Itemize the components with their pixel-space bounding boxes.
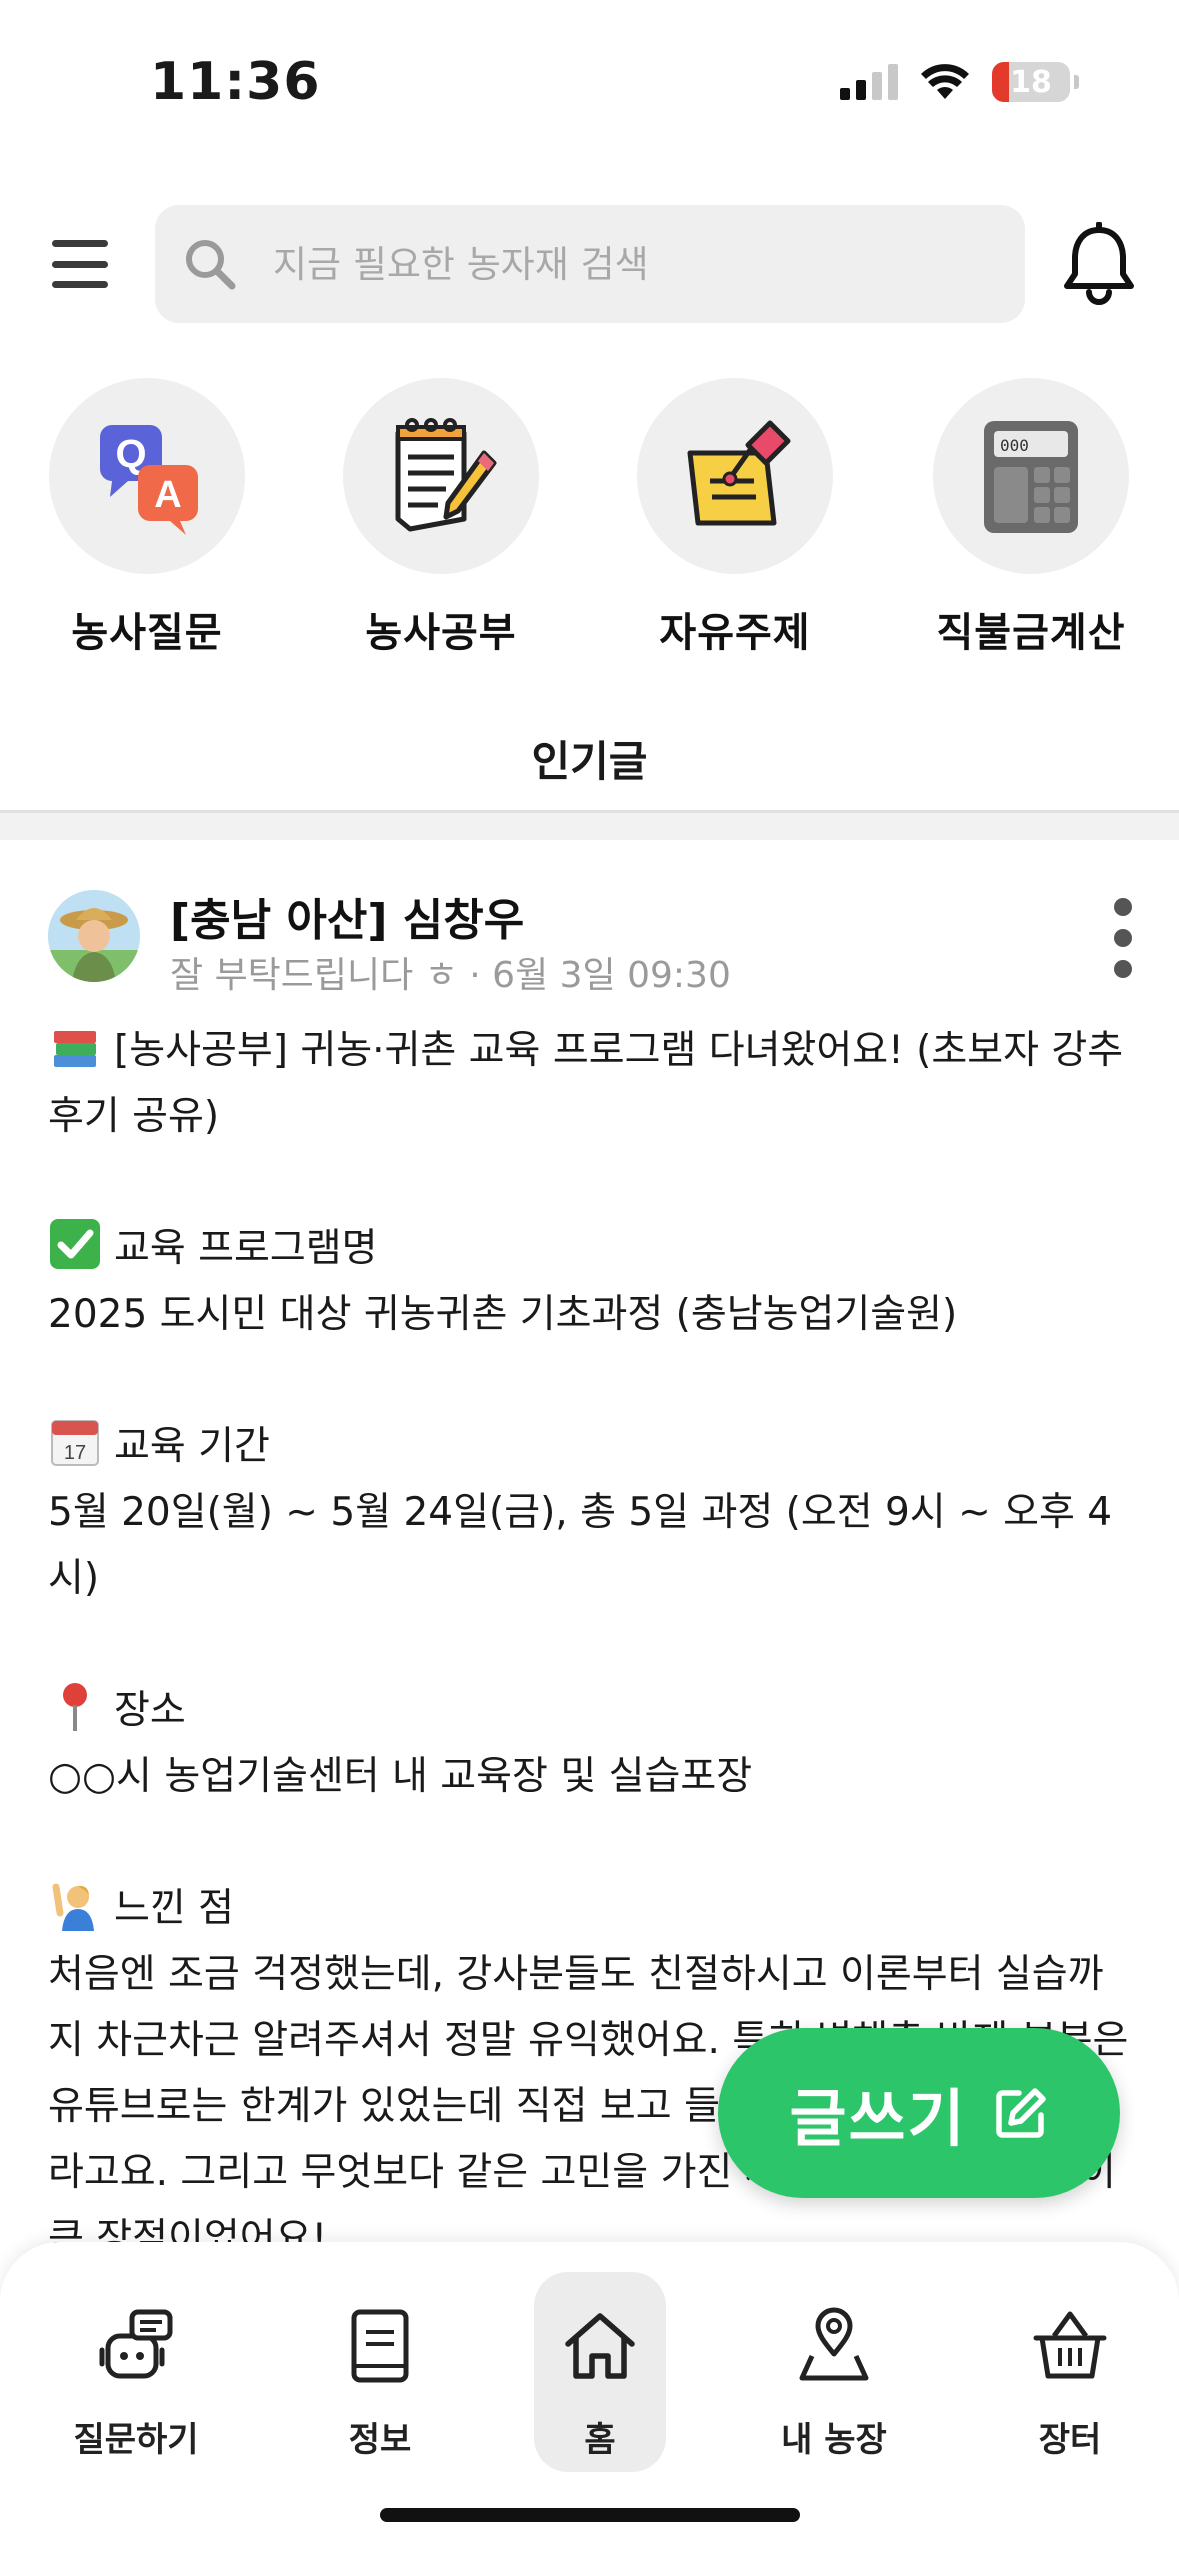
nav-label: 장터 (1038, 2420, 1102, 2460)
write-post-label: 글쓰기 (789, 2082, 967, 2155)
post-line: [농사공부] 귀농·귀촌 교육 프로그램 다녀왔어요! (초보자 강추 후기 공… (48, 1018, 1138, 1150)
post-line: 장소 (48, 1678, 1138, 1744)
post-line: 교육 프로그램명 (48, 1216, 1138, 1282)
nav-label: 내 농장 (781, 2420, 887, 2460)
nav-home[interactable]: 홈 (534, 2272, 666, 2472)
battery-level: 18 (1010, 64, 1052, 100)
nav-ask[interactable]: 질문하기 (36, 2272, 236, 2472)
post-author[interactable]: [충남 아산] 심창우 (170, 884, 524, 948)
qa-icon: Q A (100, 425, 198, 535)
raising-hand-emoji (52, 1883, 94, 1931)
wifi-icon (921, 64, 969, 99)
svg-text:000: 000 (1000, 436, 1029, 455)
nav-info[interactable]: 정보 (280, 2272, 480, 2472)
nav-market[interactable]: 장터 (970, 2272, 1170, 2472)
hamburger-menu-icon[interactable] (52, 240, 108, 288)
robot-chat-icon (99, 2309, 173, 2379)
home-icon (565, 2313, 635, 2379)
write-post-button[interactable]: 글쓰기 (718, 2028, 1120, 2198)
home-indicator[interactable] (380, 2508, 800, 2522)
post-header: [충남 아산] 심창우 잘 부탁드립니다 ㅎ · 6월 3일 09:30 (48, 884, 1138, 996)
search-bar[interactable] (155, 205, 1025, 323)
app-screen: 11:36 18 지금 필요한 농자재 검색 Q A 농사질문 농사공부 자유주… (0, 0, 1179, 2556)
pushpin-note-icon (687, 420, 791, 526)
post-line: 17 교육 기간 (48, 1414, 1138, 1480)
post-line: ○○시 농업기술센터 내 교육장 및 실습포장 (48, 1754, 753, 1799)
nav-label: 홈 (584, 2420, 616, 2460)
category-farming-study[interactable]: 농사공부 (326, 378, 556, 658)
books-emoji (54, 1031, 96, 1067)
category-farming-question[interactable]: Q A 농사질문 (32, 378, 262, 658)
post-meta: 잘 부탁드립니다 ㅎ · 6월 3일 09:30 (170, 955, 731, 996)
check-emoji (50, 1219, 100, 1269)
notepad-pencil-icon (395, 418, 497, 532)
calculator-icon: 000 (984, 421, 1078, 533)
nav-label: 질문하기 (73, 2420, 199, 2460)
book-icon (351, 2309, 409, 2383)
category-label: 자유주제 (659, 610, 811, 656)
section-divider (0, 810, 1179, 840)
svg-text:A: A (154, 474, 181, 516)
category-free-topic[interactable]: 자유주제 (620, 378, 850, 658)
basket-icon (1033, 2311, 1107, 2379)
svg-text:17: 17 (64, 1442, 86, 1464)
map-pin-icon (799, 2307, 869, 2381)
edit-icon (995, 2088, 1046, 2138)
nav-label: 정보 (348, 2420, 412, 2460)
post-line (48, 1150, 1138, 1216)
category-subsidy-calculator[interactable]: 000 직불금계산 (916, 378, 1146, 658)
search-icon (186, 240, 236, 290)
cellular-signal-icon (840, 64, 898, 100)
post-line: 2025 도시민 대상 귀농귀촌 기초과정 (충남농업기술원) (48, 1292, 958, 1337)
battery-icon: 18 (992, 62, 1079, 102)
avatar[interactable] (48, 890, 140, 982)
post-line (48, 1348, 1138, 1414)
post-line: 5월 20일(월) ~ 5월 24일(금), 총 5일 과정 (오전 9시 ~ … (48, 1490, 1113, 1601)
pin-emoji (63, 1683, 87, 1731)
search-input[interactable] (273, 242, 993, 286)
notification-bell-icon[interactable] (1060, 222, 1138, 306)
post-line (48, 1810, 1138, 1876)
category-label: 농사공부 (365, 610, 517, 656)
post-line: 느낀 점 (48, 1876, 1138, 1942)
post-line (48, 1612, 1138, 1678)
popular-posts-title: 인기글 (531, 737, 648, 786)
category-label: 농사질문 (71, 610, 223, 656)
nav-my-farm[interactable]: 내 농장 (734, 2272, 934, 2472)
more-options-icon[interactable] (1108, 898, 1138, 978)
calendar-emoji: 17 (51, 1420, 99, 1466)
category-label: 직불금계산 (936, 610, 1126, 656)
status-time: 11:36 (150, 52, 321, 112)
category-row: Q A 농사질문 농사공부 자유주제 000 직불금계산 (0, 378, 1179, 658)
status-icons: 18 (840, 62, 1079, 102)
